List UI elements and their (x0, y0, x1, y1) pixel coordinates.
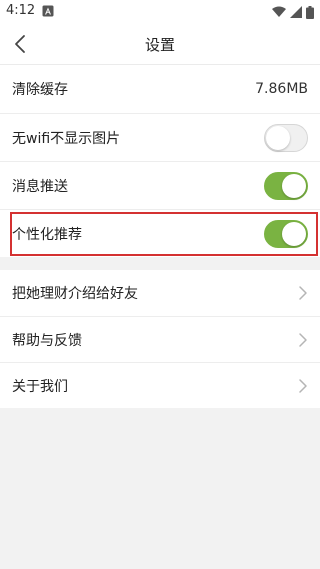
settings-group: 清除缓存 7.86MB 无wifi不显示图片 消息推送 个性化推荐 (0, 65, 320, 257)
recommend-friends-row[interactable]: 把她理财介绍给好友 (0, 270, 320, 316)
toggle-knob (282, 221, 306, 246)
status-icons (272, 5, 314, 19)
app-header: 设置 (0, 24, 320, 65)
status-bar: 4:12 (0, 0, 320, 24)
help-feedback-row[interactable]: 帮助与反馈 (0, 316, 320, 362)
about-us-row[interactable]: 关于我们 (0, 362, 320, 408)
push-notifications-toggle[interactable] (264, 171, 308, 200)
chevron-right-icon (299, 378, 307, 393)
personalized-recommend-row: 个性化推荐 (0, 209, 320, 257)
clear-cache-label: 清除缓存 (12, 82, 68, 98)
no-wifi-images-row: 无wifi不显示图片 (0, 113, 320, 161)
toggle-knob (266, 125, 290, 150)
help-feedback-label: 帮助与反馈 (12, 332, 82, 349)
no-wifi-images-toggle[interactable] (264, 123, 308, 152)
status-time: 4:12 (6, 3, 36, 18)
notification-a-icon (42, 5, 54, 17)
personalized-recommend-toggle[interactable] (264, 219, 308, 248)
recommend-friends-label: 把她理财介绍给好友 (12, 286, 138, 302)
personalized-recommend-label: 个性化推荐 (12, 226, 82, 243)
toggle-knob (282, 173, 306, 198)
push-notifications-row: 消息推送 (0, 161, 320, 209)
clear-cache-row[interactable]: 清除缓存 7.86MB (0, 65, 320, 113)
cache-size-value: 7.86MB (255, 81, 308, 97)
no-wifi-images-label: 无wifi不显示图片 (12, 130, 121, 147)
wifi-icon (272, 6, 286, 17)
signal-icon (290, 6, 302, 18)
page-title: 设置 (144, 36, 175, 54)
battery-icon (306, 5, 314, 19)
chevron-right-icon (299, 286, 307, 300)
push-notifications-label: 消息推送 (12, 178, 68, 195)
chevron-right-icon (299, 332, 307, 347)
links-group: 把她理财介绍给好友 帮助与反馈 关于我们 (0, 270, 320, 408)
about-us-label: 关于我们 (12, 378, 68, 395)
